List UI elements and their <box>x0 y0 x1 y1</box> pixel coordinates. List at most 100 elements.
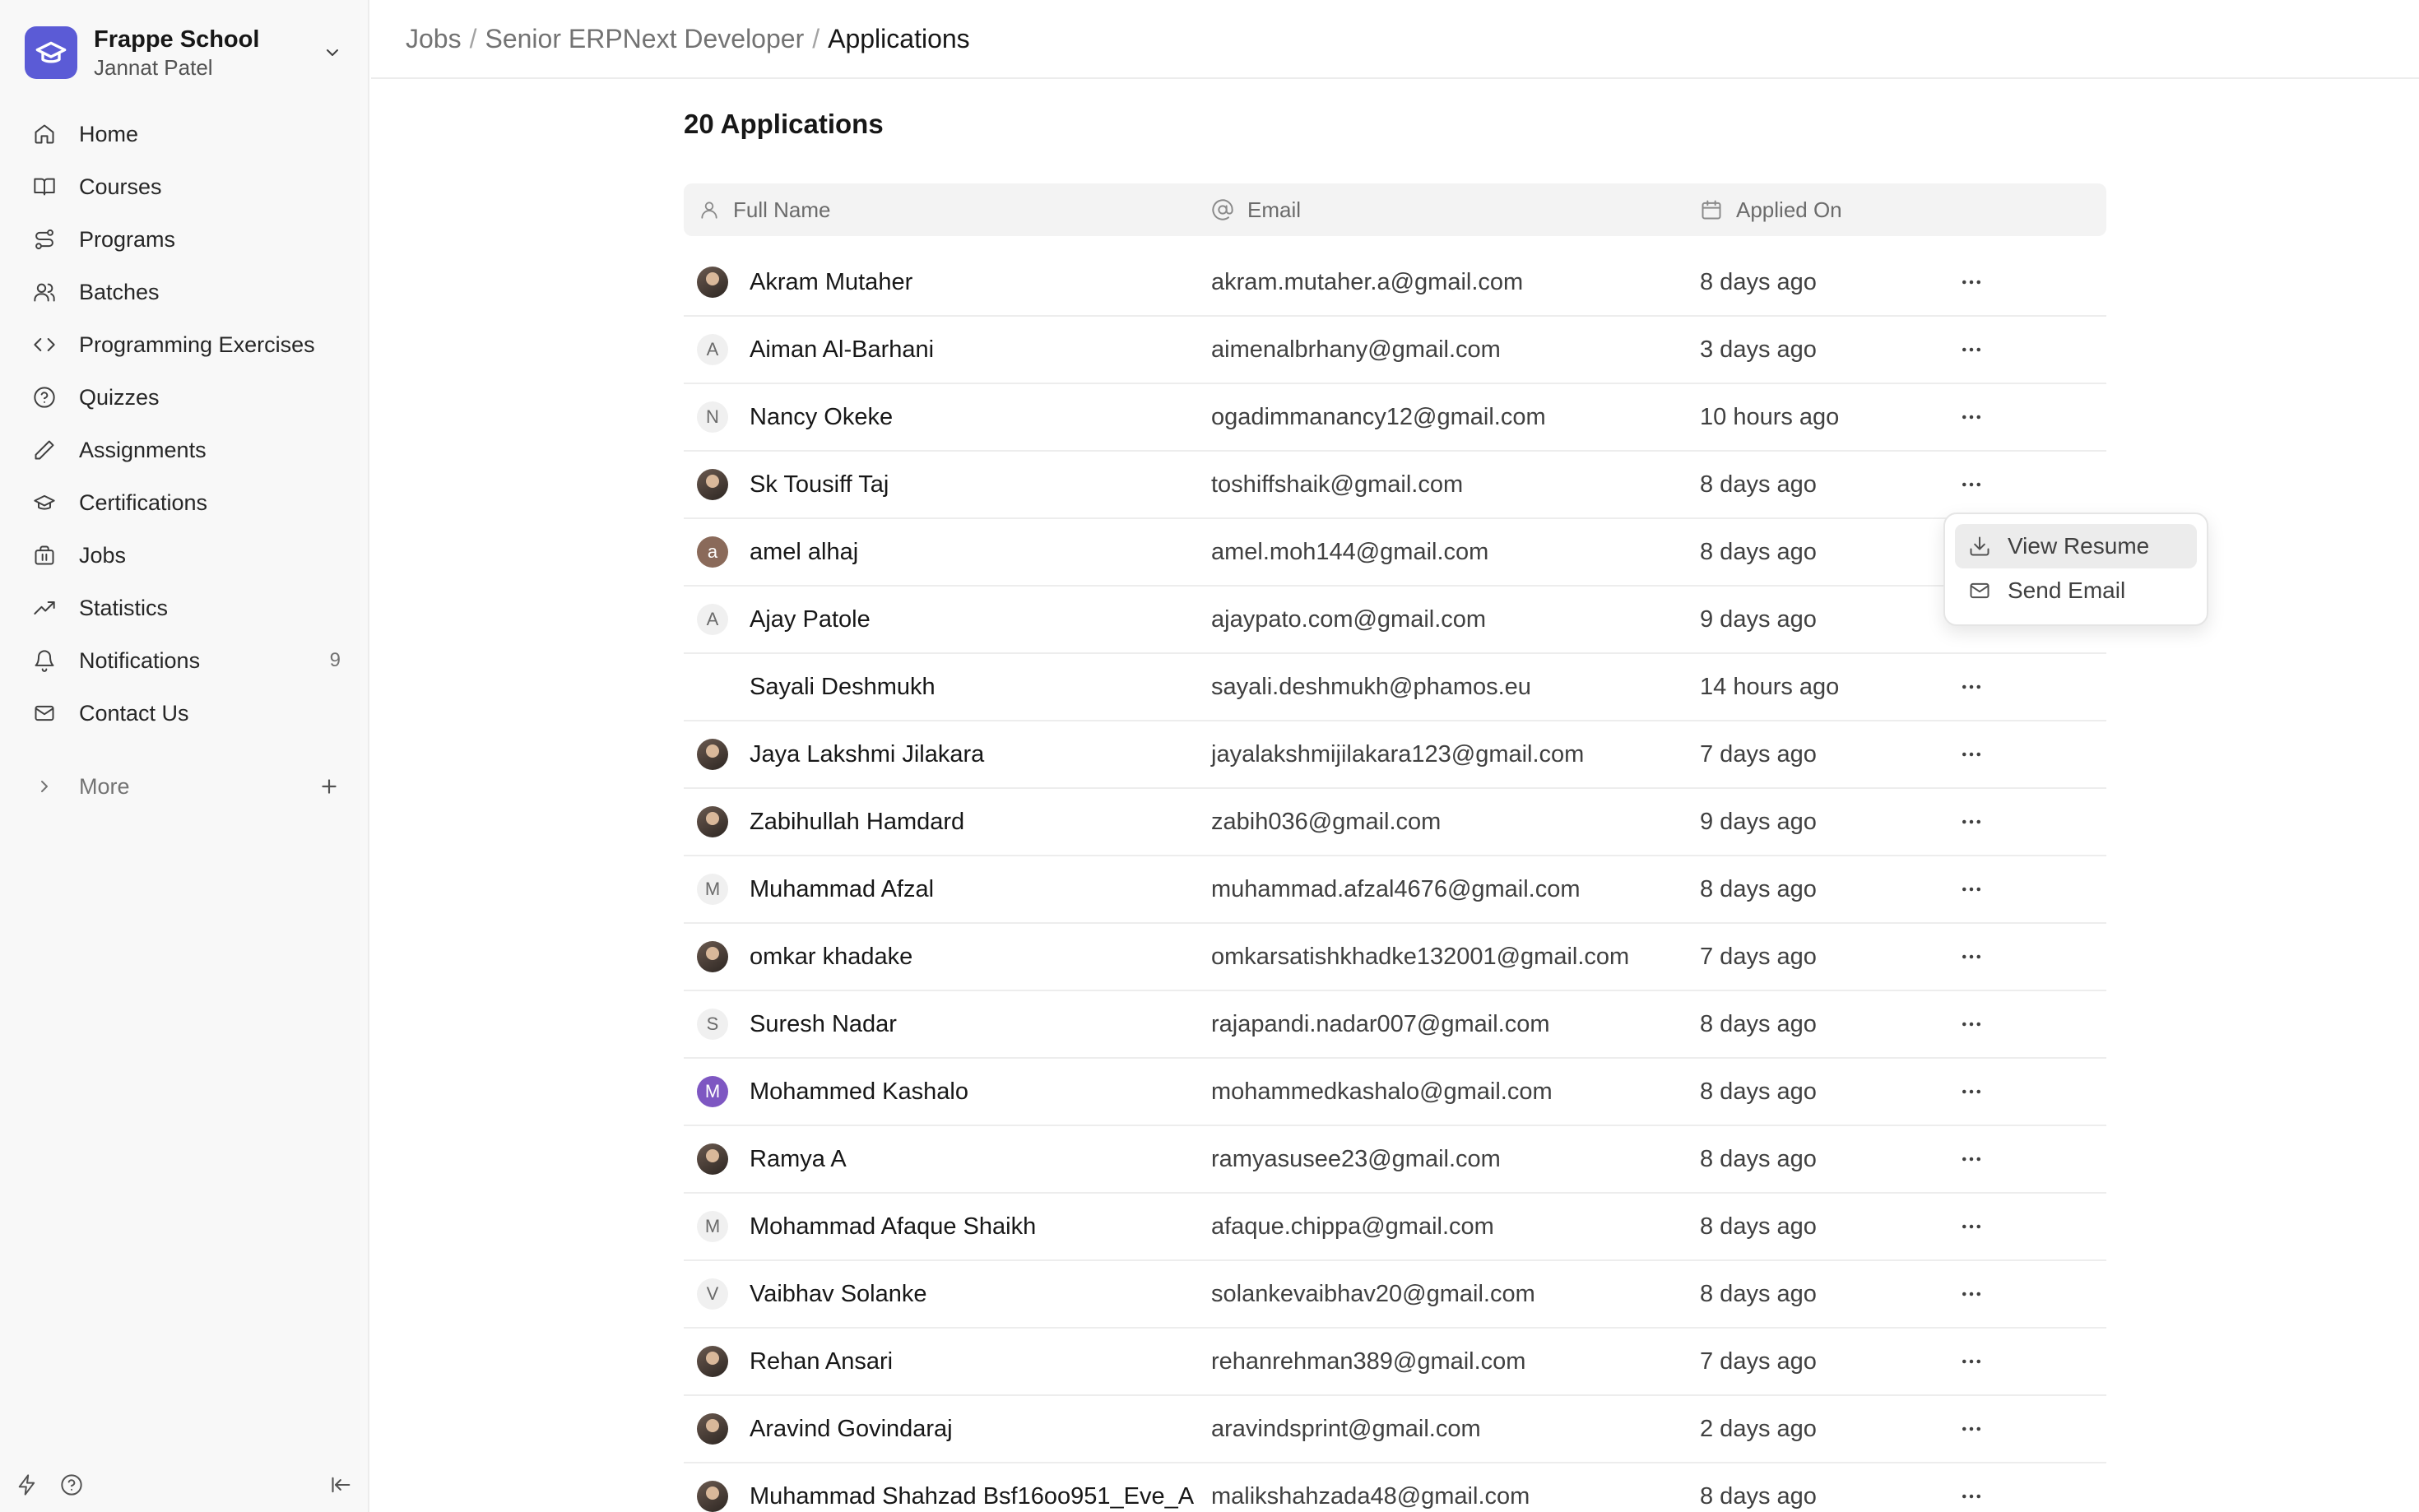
table-row[interactable]: omkar khadake omkarsatishkhadke132001@gma… <box>684 924 2106 991</box>
sidebar-item-courses[interactable]: Courses <box>21 160 351 213</box>
more-horizontal-icon[interactable] <box>1955 1075 1988 1108</box>
avatar <box>697 671 728 703</box>
applied-on: 7 days ago <box>1700 1347 1817 1375</box>
table-row[interactable]: Jaya Lakshmi Jilakara jayalakshmijilakara… <box>684 721 2106 789</box>
table-row[interactable]: Zabihullah Hamdard zabih036@gmail.com 9 da… <box>684 789 2106 856</box>
collapse-sidebar-icon[interactable] <box>327 1471 355 1499</box>
breadcrumb-job[interactable]: Senior ERPNext Developer <box>485 24 804 54</box>
table-row[interactable]: N Nancy Okeke ogadimmanancy12@gmail.com 10 … <box>684 384 2106 452</box>
more-horizontal-icon[interactable] <box>1955 266 1988 299</box>
applicant-email: ramyasusee23@gmail.com <box>1211 1145 1501 1172</box>
more-horizontal-icon[interactable] <box>1955 468 1988 501</box>
table-row[interactable]: Sayali Deshmukh sayali.deshmukh@phamos.eu… <box>684 654 2106 721</box>
applicant-name: Ramya A <box>750 1145 847 1172</box>
workspace-switcher[interactable]: Frappe School Jannat Patel <box>25 23 346 82</box>
more-horizontal-icon[interactable] <box>1955 1345 1988 1378</box>
table-row[interactable]: Aravind Govindaraj aravindsprint@gmail.co… <box>684 1396 2106 1463</box>
more-horizontal-icon[interactable] <box>1955 401 1988 434</box>
table-row[interactable]: M Muhammad Afzal muhammad.afzal4676@gmail.… <box>684 856 2106 924</box>
table-row[interactable]: M Mohammad Afaque Shaikh afaque.chippa@gma… <box>684 1194 2106 1261</box>
sidebar-item-label: Assignments <box>79 437 207 462</box>
more-horizontal-icon[interactable] <box>1955 1412 1988 1445</box>
plus-icon[interactable] <box>313 770 346 803</box>
applicant-name: Muhammad Afzal <box>750 875 935 902</box>
sidebar-item-contact-us[interactable]: Contact Us <box>21 687 351 740</box>
applicant-name: Sayali Deshmukh <box>750 673 936 700</box>
more-horizontal-icon[interactable] <box>1955 670 1988 703</box>
table-row[interactable]: M Mohammed Kashalo mohammedkashalo@gmail.c… <box>684 1059 2106 1126</box>
table-row[interactable]: Sk Tousiff Taj toshiffshaik@gmail.com 8 da… <box>684 452 2106 519</box>
breadcrumb-jobs[interactable]: Jobs <box>406 24 462 54</box>
bell-icon <box>31 647 58 674</box>
applicant-name: Jaya Lakshmi Jilakara <box>750 740 985 768</box>
more-horizontal-icon[interactable] <box>1955 1210 1988 1243</box>
sidebar-item-certifications[interactable]: Certifications <box>21 476 351 529</box>
send-email-menu-item[interactable]: Send Email <box>1955 568 2197 613</box>
sidebar-item-assignments[interactable]: Assignments <box>21 424 351 476</box>
avatar <box>697 1346 728 1377</box>
applied-on: 8 days ago <box>1700 1078 1817 1105</box>
more-horizontal-icon[interactable] <box>1955 333 1988 366</box>
avatar: M <box>697 874 728 905</box>
trending-up-icon <box>31 595 58 621</box>
applicant-name: amel alhaj <box>750 538 859 565</box>
more-horizontal-icon[interactable] <box>1955 738 1988 771</box>
sidebar-item-quizzes[interactable]: Quizzes <box>21 371 351 424</box>
more-horizontal-icon[interactable] <box>1955 940 1988 973</box>
zap-icon[interactable] <box>13 1471 41 1499</box>
sidebar: Frappe School Jannat Patel Home Courses … <box>0 0 369 1512</box>
sidebar-more-toggle[interactable]: More <box>21 760 351 813</box>
route-icon <box>31 226 58 253</box>
more-horizontal-icon[interactable] <box>1955 1143 1988 1176</box>
applicant-name: Aravind Govindaraj <box>750 1415 953 1442</box>
column-label: Full Name <box>733 197 831 222</box>
chevron-down-icon[interactable] <box>319 39 346 66</box>
applied-on: 8 days ago <box>1700 471 1817 498</box>
menu-item-label: View Resume <box>2008 533 2150 559</box>
applicant-email: ajaypato.com@gmail.com <box>1211 605 1487 633</box>
breadcrumb-separator: / <box>812 23 820 53</box>
sidebar-item-label: Home <box>79 121 139 146</box>
avatar: A <box>697 334 728 365</box>
table-row[interactable]: Ramya A ramyasusee23@gmail.com 8 days ago <box>684 1126 2106 1194</box>
applicant-email: zabih036@gmail.com <box>1211 808 1442 835</box>
users-icon <box>31 279 58 305</box>
table-row[interactable]: V Vaibhav Solanke solankevaibhav20@gmail.c… <box>684 1261 2106 1329</box>
applicant-email: jayalakshmijilakara123@gmail.com <box>1211 740 1585 768</box>
sidebar-item-statistics[interactable]: Statistics <box>21 582 351 634</box>
applicant-email: aravindsprint@gmail.com <box>1211 1415 1481 1442</box>
breadcrumb: Jobs / Senior ERPNext Developer / Applic… <box>406 24 970 54</box>
breadcrumb-current: Applications <box>828 23 970 53</box>
applicant-email: ogadimmanancy12@gmail.com <box>1211 403 1546 430</box>
view-resume-menu-item[interactable]: View Resume <box>1955 524 2197 568</box>
sidebar-item-batches[interactable]: Batches <box>21 266 351 318</box>
sidebar-item-programming-exercises[interactable]: Programming Exercises <box>21 318 351 371</box>
more-horizontal-icon[interactable] <box>1955 1008 1988 1041</box>
applicant-name: Mohammed Kashalo <box>750 1078 968 1105</box>
sidebar-footer <box>0 1454 369 1512</box>
user-icon <box>701 202 717 219</box>
sidebar-item-jobs[interactable]: Jobs <box>21 529 351 582</box>
brand-logo <box>25 26 77 79</box>
sidebar-item-notifications[interactable]: Notifications 9 <box>21 634 351 687</box>
help-circle-icon[interactable] <box>58 1471 86 1499</box>
applied-on: 3 days ago <box>1700 336 1817 363</box>
more-horizontal-icon[interactable] <box>1955 805 1988 838</box>
table-row[interactable]: A Ajay Patole ajaypato.com@gmail.com 9 days… <box>684 587 2106 654</box>
table-row[interactable]: A Aiman Al-Barhani aimenalbrhany@gmail.com… <box>684 317 2106 384</box>
table-row[interactable]: a amel alhaj amel.moh144@gmail.com 8 days a… <box>684 519 2106 587</box>
more-horizontal-icon[interactable] <box>1955 1278 1988 1310</box>
book-icon <box>31 174 58 200</box>
sidebar-item-label: Quizzes <box>79 384 160 410</box>
sidebar-item-programs[interactable]: Programs <box>21 213 351 266</box>
table-row[interactable]: Muhammad Shahzad Bsf16oo951_Eve_A maliksh… <box>684 1463 2106 1512</box>
applicant-email: malikshahzada48@gmail.com <box>1211 1482 1530 1510</box>
applied-on: 9 days ago <box>1700 605 1817 633</box>
table-row[interactable]: S Suresh Nadar rajapandi.nadar007@gmail.co… <box>684 991 2106 1059</box>
more-horizontal-icon[interactable] <box>1955 873 1988 906</box>
more-horizontal-icon[interactable] <box>1955 1480 1988 1512</box>
table-row[interactable]: Rehan Ansari rehanrehman389@gmail.com 7 da… <box>684 1329 2106 1396</box>
table-row[interactable]: Akram Mutaher akram.mutaher.a@gmail.com 8 … <box>684 249 2106 317</box>
sidebar-item-home[interactable]: Home <box>21 108 351 160</box>
sidebar-item-label: Programs <box>79 226 176 252</box>
